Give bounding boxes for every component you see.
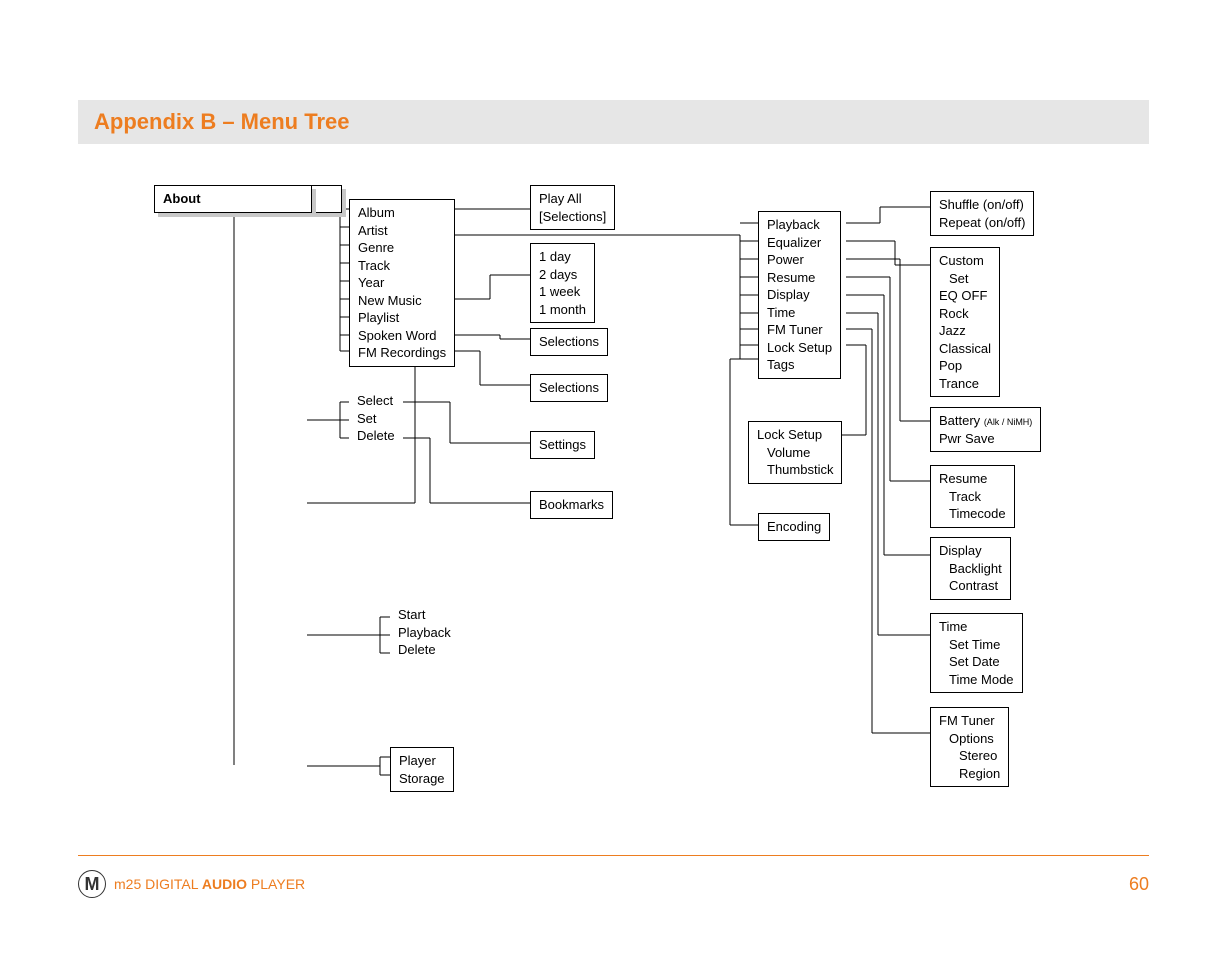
page-title-bar: Appendix B – Menu Tree xyxy=(78,100,1149,144)
node-display-opts: DisplayBacklightContrast xyxy=(930,537,1011,600)
page-footer: M m25 DIGITAL AUDIO PLAYER 60 xyxy=(78,870,1149,898)
footer-product-name: m25 DIGITAL AUDIO PLAYER xyxy=(114,876,305,892)
node-bookmark-opts: SelectSetDelete xyxy=(349,392,403,445)
node-play-music-subs: AlbumArtistGenre TrackYearNew Music Play… xyxy=(349,199,455,367)
node-power-opts: Battery (Alk / NiMH) Pwr Save xyxy=(930,407,1041,452)
node-select-settings: Settings xyxy=(530,431,595,459)
node-time-opts: TimeSet Time Set DateTime Mode xyxy=(930,613,1023,693)
node-resume-opts: ResumeTrackTimecode xyxy=(930,465,1015,528)
node-selections-2: Selections xyxy=(530,374,608,402)
node-about-opts: PlayerStorage xyxy=(390,747,454,792)
node-selections-1: Selections xyxy=(530,328,608,356)
node-playback-opts: Shuffle (on/off)Repeat (on/off) xyxy=(930,191,1034,236)
menu-tree-diagram: Play Music Bookmarks Settings FM Tuner /… xyxy=(140,185,1140,805)
footer-rule xyxy=(78,855,1149,856)
node-about: About xyxy=(154,185,312,213)
node-play-all: Play All[Selections] xyxy=(530,185,615,230)
node-encoding: Encoding xyxy=(758,513,830,541)
node-new-music-opts: 1 day2 days 1 week1 month xyxy=(530,243,595,323)
motorola-logo-icon: M xyxy=(78,870,106,898)
node-settings-list: PlaybackEqualizerPower ResumeDisplayTime… xyxy=(758,211,841,379)
page-number: 60 xyxy=(1129,874,1149,895)
node-eq-opts: CustomSet EQ OFFRockJazz ClassicalPopTra… xyxy=(930,247,1000,397)
node-fm-record-opts: StartPlaybackDelete xyxy=(390,606,459,659)
node-lock-setup: Lock Setup Volume Thumbstick xyxy=(748,421,842,484)
node-fmtuner-opts: FM TunerOptions StereoRegion xyxy=(930,707,1009,787)
node-delete-bookmarks: Bookmarks xyxy=(530,491,613,519)
page-title: Appendix B – Menu Tree xyxy=(94,109,350,135)
